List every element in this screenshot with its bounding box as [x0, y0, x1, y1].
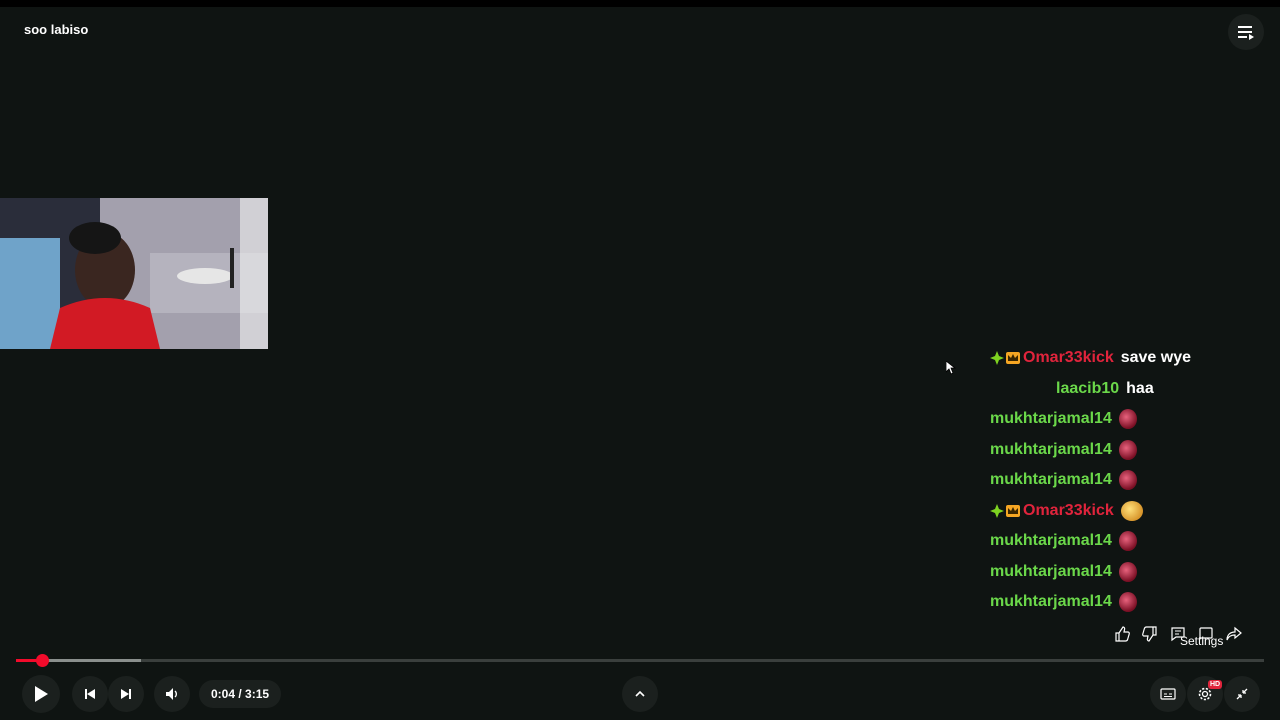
red-ball-emote [1118, 531, 1137, 552]
diamond-badge-icon [990, 503, 1004, 518]
expand-panel-button[interactable] [622, 676, 658, 712]
chat-text: haa [1126, 379, 1154, 397]
exit-fullscreen-button[interactable] [1224, 676, 1260, 712]
play-icon [35, 686, 48, 702]
red-ball-emote [1118, 409, 1137, 430]
webcam-overlay [0, 198, 268, 349]
progress-scrubber[interactable] [36, 654, 50, 667]
chat-username: mukhtarjamal14 [990, 440, 1112, 458]
chat-message: mukhtarjamal14 [990, 435, 1270, 466]
volume-icon [166, 688, 177, 700]
next-button[interactable] [108, 676, 144, 712]
time-separator: / [235, 687, 246, 701]
video-title: soo labiso [24, 22, 89, 37]
red-ball-emote [1118, 439, 1137, 460]
share-icon [1226, 626, 1242, 641]
player-controls: 0:04 / 3:15 [0, 675, 1280, 713]
settings-tooltip: Settings [1180, 634, 1224, 648]
previous-button[interactable] [72, 676, 108, 712]
user-badges [990, 351, 1020, 366]
time-total: 3:15 [245, 687, 270, 701]
red-ball-emote [1118, 470, 1137, 491]
collapse-icon [1236, 688, 1248, 700]
hd-badge: HD [1208, 680, 1223, 689]
chat-message: mukhtarjamal14 [990, 557, 1270, 588]
red-ball-emote [1118, 561, 1137, 582]
chat-text: save wye [1120, 349, 1192, 367]
time-display: 0:04 / 3:15 [199, 680, 282, 708]
chat-message: mukhtarjamal14 [990, 465, 1270, 496]
play-button[interactable] [22, 675, 60, 713]
chat-message: mukhtarjamal14 [990, 587, 1270, 618]
like-button[interactable] [1112, 625, 1132, 643]
queue-button[interactable] [1228, 14, 1264, 50]
playlist-icon [1238, 26, 1254, 40]
volume-button[interactable] [154, 676, 190, 712]
chat-username: Omar33kick [1023, 349, 1114, 367]
chat-message: Omar33kick [990, 496, 1270, 527]
thumbs-down-icon [1142, 626, 1157, 642]
captions-button[interactable] [1150, 676, 1186, 712]
video-actions [1112, 625, 1244, 643]
chevron-up-icon [635, 690, 645, 697]
chat-username: mukhtarjamal14 [990, 593, 1112, 611]
chat-message: mukhtarjamal14 [990, 526, 1270, 557]
chat-message: Omar33kick save wye [990, 343, 1270, 374]
chat-username: mukhtarjamal14 [990, 562, 1112, 580]
progress-track[interactable] [16, 659, 1264, 662]
subtitles-icon [1160, 688, 1176, 700]
chat-message: laacib10 haa [990, 374, 1270, 405]
chat-username: mukhtarjamal14 [990, 410, 1112, 428]
laughing-face-emote [1120, 500, 1143, 521]
red-ball-emote [1118, 592, 1137, 613]
mouse-cursor-icon [945, 360, 957, 380]
chat-username: Omar33kick [1023, 501, 1114, 519]
chat-overlay: Omar33kick save wye laacib10 haa mukhtarjama… [990, 343, 1270, 618]
thumbs-up-icon [1115, 626, 1130, 642]
crown-badge-icon [1006, 352, 1020, 365]
chat-username: mukhtarjamal14 [990, 471, 1112, 489]
skip-next-icon [121, 689, 131, 699]
chat-username: laacib10 [1056, 379, 1120, 397]
time-current: 0:04 [211, 687, 236, 701]
skip-previous-icon [85, 689, 95, 699]
diamond-badge-icon [990, 351, 1004, 366]
user-badges [990, 503, 1020, 518]
chat-username: mukhtarjamal14 [990, 532, 1112, 550]
top-border [0, 0, 1280, 7]
share-button[interactable] [1224, 625, 1244, 643]
crown-badge-icon [1006, 504, 1020, 517]
dislike-button[interactable] [1140, 625, 1160, 643]
chat-message: mukhtarjamal14 [990, 404, 1270, 435]
